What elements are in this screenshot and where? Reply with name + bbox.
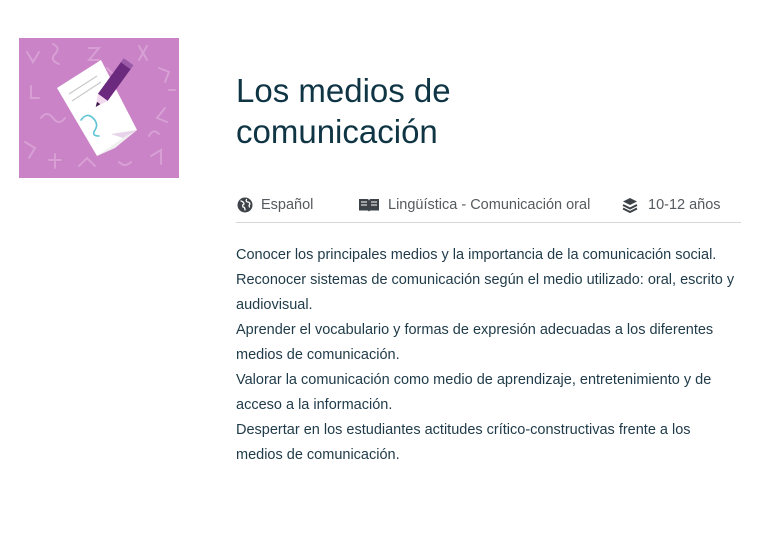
activity-thumbnail[interactable] xyxy=(19,38,179,178)
objective-item: Conocer los principales medios y la impo… xyxy=(236,247,717,263)
subject-label: Lingüística - Comunicación oral xyxy=(388,197,591,213)
objective-item: Despertar en los estudiantes actitudes c… xyxy=(236,422,691,463)
globe-icon xyxy=(236,197,254,213)
activity-meta-bar: Español Lingüística - Comunicación oral xyxy=(236,194,741,223)
language-label: Español xyxy=(261,197,314,213)
age-label: 10-12 años xyxy=(648,197,721,213)
age-tag: 10-12 años xyxy=(621,197,721,213)
subject-tag: Lingüística - Comunicación oral xyxy=(358,197,590,213)
layers-icon xyxy=(621,197,639,213)
page-title: Los medios de comunicación xyxy=(236,72,451,150)
objective-item: Aprender el vocabulario y formas de expr… xyxy=(236,322,714,363)
book-icon xyxy=(358,197,380,213)
language-tag: Español xyxy=(236,197,313,213)
objective-item: Valorar la comunicación como medio de ap… xyxy=(236,372,712,413)
paper-and-pencil-illustration xyxy=(19,38,179,178)
objectives-list: Conocer los principales medios y la impo… xyxy=(236,243,741,468)
objective-item: Reconocer sistemas de comunicación según… xyxy=(236,272,735,313)
